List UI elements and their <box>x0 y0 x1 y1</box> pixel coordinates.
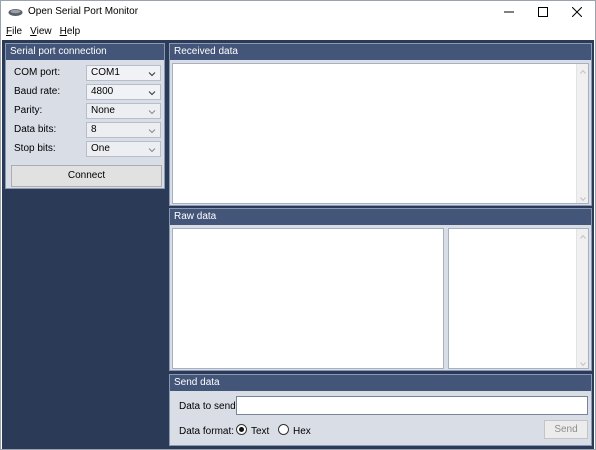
data-to-send-input[interactable] <box>236 396 588 415</box>
combo-value: None <box>91 105 115 116</box>
raw-data-hex-view[interactable] <box>448 228 589 369</box>
panel-header: Send data <box>170 375 591 391</box>
combo-value: COM1 <box>91 67 120 78</box>
data-format-label: Data format: <box>179 426 235 437</box>
connect-button[interactable]: Connect <box>11 165 162 187</box>
menu-bar: File View Help <box>1 25 595 39</box>
chevron-down-icon <box>148 69 156 77</box>
chevron-down-icon <box>148 126 156 134</box>
menu-view[interactable]: View <box>26 25 56 39</box>
menu-file[interactable]: File <box>1 25 26 39</box>
minimize-button[interactable] <box>492 1 526 25</box>
panel-header: Raw data <box>170 209 591 225</box>
app-window: Open Serial Port Monitor File View Help … <box>0 0 596 450</box>
title-bar: Open Serial Port Monitor <box>1 1 595 25</box>
received-data-textarea[interactable] <box>172 63 589 204</box>
maximize-icon <box>538 6 548 20</box>
scroll-down-arrow-icon[interactable] <box>580 359 586 367</box>
send-button[interactable]: Send <box>544 420 588 439</box>
data-bits-row: Data bits: 8 <box>6 122 164 138</box>
panel-header: Received data <box>170 44 591 60</box>
raw-data-panel: Raw data <box>169 208 592 371</box>
format-hex-label[interactable]: Hex <box>293 426 311 437</box>
menu-help[interactable]: Help <box>56 25 85 39</box>
stop-bits-row: Stop bits: One <box>6 141 164 157</box>
minimize-icon <box>504 7 514 20</box>
vertical-scrollbar[interactable] <box>576 64 588 203</box>
scroll-down-arrow-icon[interactable] <box>580 194 586 202</box>
chevron-down-icon <box>148 88 156 96</box>
baud-rate-row: Baud rate: 4800 <box>6 84 164 100</box>
serial-plug-icon <box>8 8 23 17</box>
window-title: Open Serial Port Monitor <box>28 6 139 17</box>
close-button[interactable] <box>560 1 594 25</box>
scroll-up-arrow-icon[interactable] <box>580 232 586 239</box>
combo-value: 8 <box>91 124 97 135</box>
format-hex-radio[interactable] <box>278 424 289 435</box>
data-to-send-label: Data to send: <box>179 401 239 412</box>
parity-label: Parity: <box>14 105 43 116</box>
format-text-label[interactable]: Text <box>251 426 269 437</box>
format-text-radio[interactable] <box>236 424 247 435</box>
data-bits-label: Data bits: <box>14 124 57 135</box>
vertical-scrollbar[interactable] <box>576 229 588 368</box>
com-port-select[interactable]: COM1 <box>86 65 161 81</box>
scroll-up-arrow-icon[interactable] <box>580 67 586 74</box>
parity-select[interactable]: None <box>86 103 161 119</box>
combo-value: One <box>91 143 110 154</box>
maximize-button[interactable] <box>526 1 560 25</box>
baud-rate-label: Baud rate: <box>14 86 61 97</box>
com-port-label: COM port: <box>14 67 61 78</box>
close-icon <box>571 6 583 20</box>
com-port-row: COM port: COM1 <box>6 65 164 81</box>
parity-row: Parity: None <box>6 103 164 119</box>
baud-rate-select[interactable]: 4800 <box>86 84 161 100</box>
raw-data-text-view[interactable] <box>172 228 444 369</box>
chevron-down-icon <box>148 145 156 153</box>
panel-header: Serial port connection <box>6 44 164 60</box>
received-data-panel: Received data <box>169 43 592 206</box>
serial-connection-panel: Serial port connection COM port: COM1 Ba… <box>5 43 165 189</box>
data-bits-select[interactable]: 8 <box>86 122 161 138</box>
send-data-panel: Send data Data to send: Data format: Tex… <box>169 374 592 446</box>
chevron-down-icon <box>148 107 156 115</box>
main-area: Serial port connection COM port: COM1 Ba… <box>2 40 594 449</box>
stop-bits-select[interactable]: One <box>86 141 161 157</box>
combo-value: 4800 <box>91 86 114 97</box>
stop-bits-label: Stop bits: <box>14 143 56 154</box>
